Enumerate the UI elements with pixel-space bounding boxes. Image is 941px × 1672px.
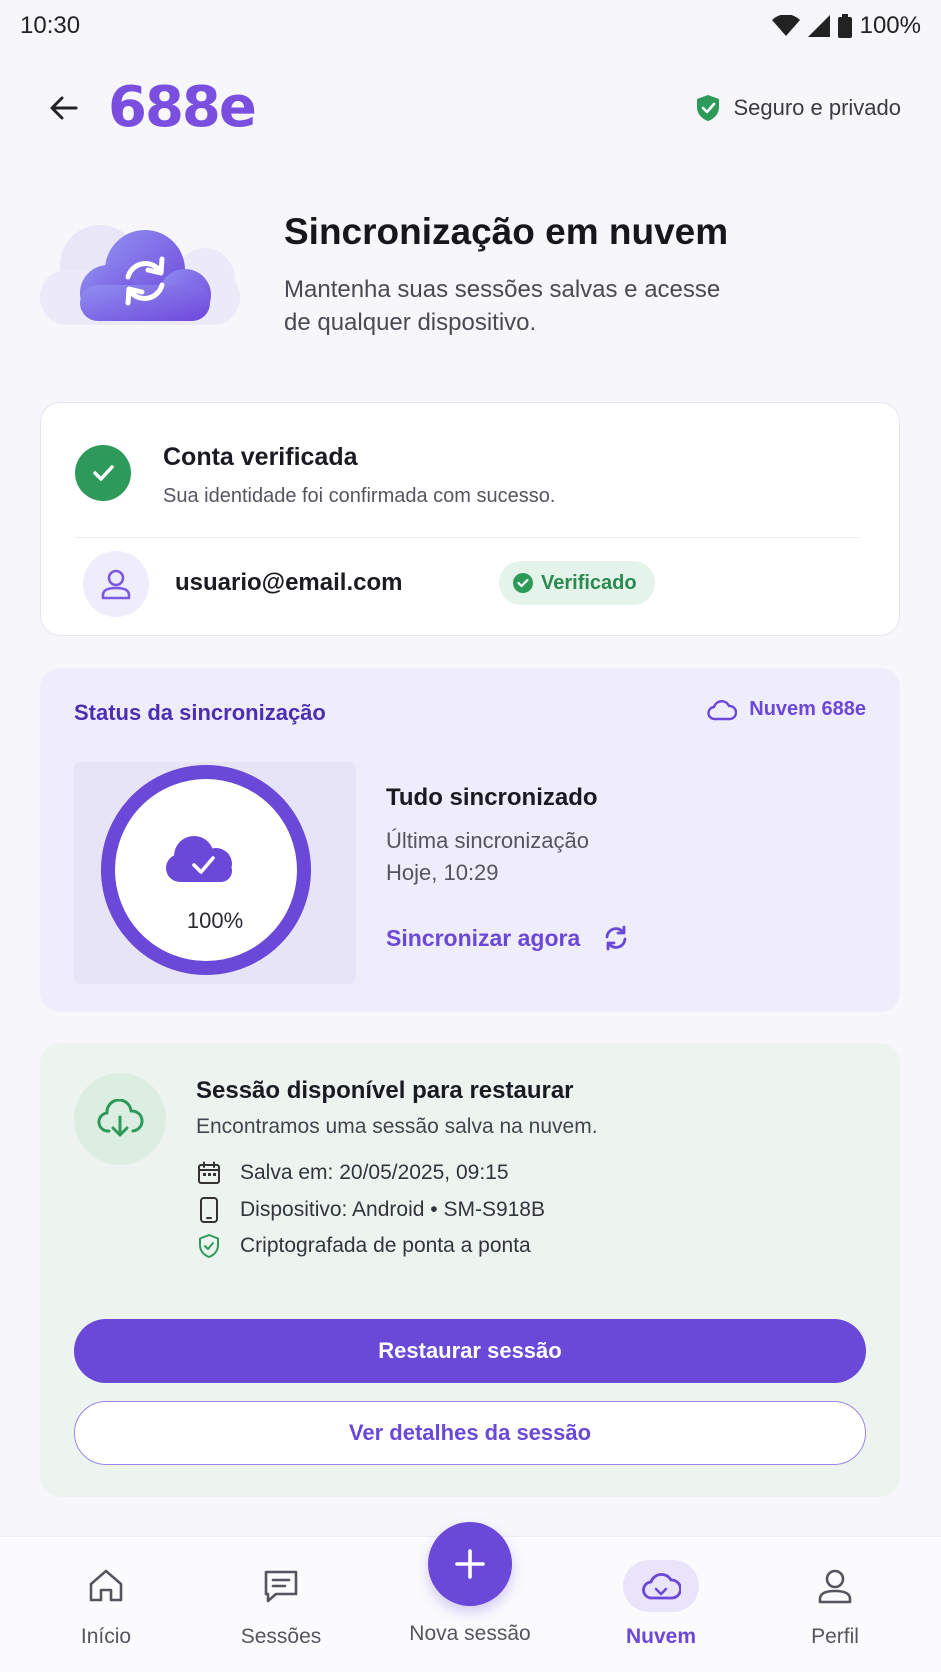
sync-now-button[interactable]: Sincronizar agora <box>386 924 630 952</box>
cloud-sync-illustration <box>40 225 240 325</box>
status-time: 10:30 <box>20 12 81 39</box>
status-icons: 100% <box>771 12 921 40</box>
detail-device: Dispositivo: Android • SM-S918B <box>196 1197 545 1223</box>
nav-label: Nuvem <box>625 1625 697 1648</box>
cloud-provider-label: Nuvem 688e <box>749 698 866 720</box>
sync-now-label: Sincronizar agora <box>386 924 581 951</box>
cloud-provider-tag: Nuvem 688e <box>707 698 866 721</box>
avatar <box>83 551 149 617</box>
nav-item-perfil[interactable]: Perfil <box>755 1537 915 1672</box>
account-title: Conta verificada <box>163 443 358 471</box>
phone-icon <box>196 1197 222 1223</box>
nav-item-nuvem[interactable]: Nuvem <box>581 1537 741 1672</box>
restore-session-button[interactable]: Restaurar sessão <box>74 1319 866 1383</box>
sync-status-card: Status da sincronização Nuvem 688e 100% … <box>40 668 900 1012</box>
account-row: usuario@email.com Verificado <box>75 547 865 621</box>
calendar-icon <box>196 1161 222 1185</box>
nav-active-pill <box>623 1560 699 1612</box>
account-card: Conta verificada Sua identidade foi conf… <box>40 402 900 636</box>
chat-icon <box>262 1563 300 1609</box>
new-session-button[interactable] <box>428 1522 512 1606</box>
detail-text: Salva em: 20/05/2025, 09:15 <box>240 1161 509 1184</box>
sync-section-label: Status da sincronização <box>74 700 326 725</box>
wifi-icon <box>771 15 800 36</box>
verified-badge: Verificado <box>499 561 655 605</box>
detail-encryption: Criptografada de ponta a ponta <box>196 1233 531 1259</box>
user-icon <box>101 569 131 600</box>
nav-label: Perfil <box>811 1625 859 1648</box>
nav-label: Sessões <box>240 1625 322 1648</box>
last-sync-time: Hoje, 10:29 <box>386 860 499 885</box>
detail-text: Criptografada de ponta a ponta <box>240 1234 531 1257</box>
new-session-label: Nova sessão <box>409 1622 531 1645</box>
secure-label: Seguro e privado <box>733 95 901 120</box>
detail-saved-at: Salva em: 20/05/2025, 09:15 <box>196 1161 509 1185</box>
brand-logo: 688e <box>108 75 257 140</box>
nav-item-sessoes[interactable]: Sessões <box>201 1537 361 1672</box>
cloud-icon <box>623 1560 699 1612</box>
status-bar: 10:30 100% <box>0 0 941 52</box>
plus-icon <box>455 1549 485 1579</box>
account-subtitle: Sua identidade foi confirmada com sucess… <box>163 485 556 507</box>
shield-check-icon <box>196 1233 222 1259</box>
top-bar: 688e Seguro e privado <box>0 70 941 146</box>
signal-icon <box>807 15 830 37</box>
nav-item-inicio[interactable]: Início <box>26 1537 186 1672</box>
battery-icon <box>837 14 852 38</box>
shield-check-icon <box>697 95 720 121</box>
last-sync-label: Última sincronização <box>386 828 589 853</box>
battery-level: 100% <box>859 12 921 39</box>
person-icon <box>816 1563 854 1609</box>
sync-state: Tudo sincronizado <box>386 784 598 811</box>
view-session-details-button[interactable]: Ver detalhes da sessão <box>74 1401 866 1465</box>
cloud-download-icon <box>74 1073 166 1165</box>
sync-progress-ring: 100% <box>74 762 356 984</box>
sync-progress-label: 100% <box>186 908 244 933</box>
secure-indicator: Seguro e privado <box>695 93 901 123</box>
page-title: Sincronização em nuvem <box>284 211 729 252</box>
back-button[interactable] <box>40 84 88 132</box>
restore-title: Sessão disponível para restaurar <box>196 1077 574 1104</box>
refresh-icon <box>605 925 627 951</box>
cloud-icon <box>707 699 738 720</box>
restore-subtitle: Encontramos uma sessão salva na nuvem. <box>196 1115 598 1138</box>
hero-section: Sincronização em nuvem Mantenha suas ses… <box>40 205 900 355</box>
check-circle-icon <box>513 573 533 593</box>
verified-check-icon <box>75 445 131 501</box>
arrow-left-icon <box>50 96 78 120</box>
account-email: usuario@email.com <box>175 569 403 596</box>
verified-badge-label: Verificado <box>541 571 637 594</box>
page-subtitle: Mantenha suas sessões salvas e acesse de… <box>284 276 721 336</box>
nav-label: Início <box>80 1625 132 1648</box>
home-icon <box>87 1563 125 1609</box>
restore-session-card: Sessão disponível para restaurar Encontr… <box>40 1043 900 1497</box>
detail-text: Dispositivo: Android • SM-S918B <box>240 1198 545 1221</box>
divider <box>75 537 859 538</box>
